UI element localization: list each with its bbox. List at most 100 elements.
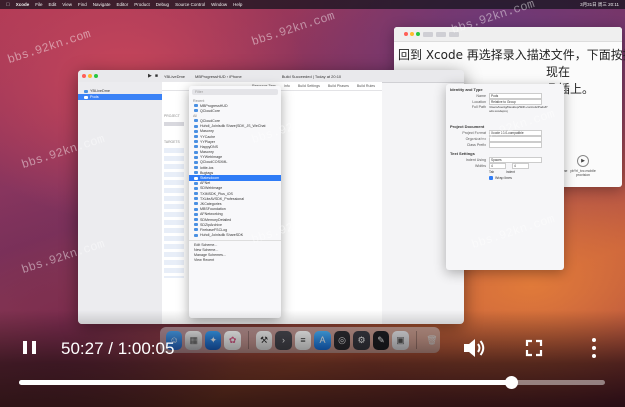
folder-icon [194,124,198,128]
folder-icon [194,135,198,139]
menu-navigate[interactable]: Navigate [93,2,111,7]
breadcrumb[interactable]: MBProgressHUD › iPhone [195,74,242,79]
folder-icon [84,89,88,93]
fullscreen-button[interactable] [525,339,543,357]
menu-source-control[interactable]: Source Control [175,2,205,7]
menu-file[interactable]: File [35,2,42,7]
tab-width-field[interactable]: 4 [489,163,506,169]
project-row[interactable] [164,122,184,126]
more-options-button[interactable] [590,338,598,358]
menu-debug[interactable]: Debug [156,2,169,7]
nav-item-pods[interactable]: Pods [78,94,162,100]
file-inspector: Identity and Type Name Pods Location Relat… [446,84,564,270]
view-recent-command[interactable]: View Recent [189,258,281,263]
window-controls [82,74,98,78]
folder-icon [194,202,198,206]
folder-icon [194,166,198,170]
window-controls [404,32,420,36]
folder-icon [194,197,198,201]
volume-button[interactable] [462,337,486,359]
provision-file[interactable]: ▶ ybYrl_tvc.mobile provision [570,155,596,177]
scheme-tab[interactable]: YBLiveDme [164,74,185,79]
tab-build-phases[interactable]: Build Phases [328,84,349,88]
indent-width-field[interactable]: 4 [512,163,529,169]
notes-line: 回到 Xcode 再选择录入描述文件，下面按播 [398,48,625,62]
stop-icon[interactable]: ■ [155,73,158,79]
menu-view[interactable]: View [62,2,72,7]
targets-list[interactable] [164,148,184,278]
toolbar-icon[interactable] [423,31,433,37]
pause-button[interactable] [21,339,39,357]
folder-icon [84,95,88,99]
more-icon [592,338,596,342]
toolbar-icon[interactable] [449,31,459,37]
zoom-window-icon[interactable] [94,74,98,78]
section-targets: TARGETS [164,140,180,144]
inspector-project-doc-title: Project Document [450,124,485,129]
file-icon: ▶ [577,155,589,167]
folder-icon [194,223,198,227]
minimize-window-icon[interactable] [410,32,414,36]
seek-progress [19,380,512,385]
zoom-window-icon[interactable] [416,32,420,36]
folder-icon [194,155,198,159]
folder-icon [194,192,198,196]
folder-icon [194,104,198,108]
class-prefix-field[interactable] [489,142,542,148]
apple-icon[interactable]:  [6,2,10,8]
menu-window[interactable]: Window [211,2,227,7]
folder-icon [194,186,198,190]
folder-icon [194,181,198,185]
folder-icon [194,171,198,175]
close-window-icon[interactable] [404,32,408,36]
duration: 1:00:05 [117,339,175,358]
section-project: PROJECT [164,114,180,118]
menu-app-name[interactable]: Xcode [16,2,30,7]
pause-icon [23,341,27,354]
volume-icon [464,339,485,357]
folder-icon [194,160,198,164]
folder-icon [194,150,198,154]
menu-product[interactable]: Product [134,2,150,7]
folder-icon [194,218,198,222]
folder-icon [194,228,198,232]
menu-edit[interactable]: Edit [49,2,57,7]
seek-handle[interactable] [505,376,519,389]
wrap-lines-checkbox[interactable] [489,176,493,180]
project-navigator: YBLiveDme Pods [78,82,163,324]
folder-icon [194,119,198,123]
close-window-icon[interactable] [82,74,86,78]
notes-toolbar [394,27,622,42]
menu-editor[interactable]: Editor [117,2,129,7]
folder-icon [194,109,198,113]
scheme-list: QCloudCore Huhdi_Joinlsdlk Share(SDK_JS_W… [189,118,281,237]
scheme-item[interactable]: Huhdi_Joinlsdlk ShareSDK [189,233,281,238]
seek-bar[interactable] [19,376,605,389]
time-display: 50:27 / 1:00:05 [61,339,175,358]
tab-build-rules[interactable]: Build Rules [357,84,375,88]
build-status: Build Succeeded | Today at 20:10 [281,73,342,79]
current-time: 50:27 [61,339,104,358]
menu-find[interactable]: Find [78,2,87,7]
folder-icon [194,140,198,144]
minimize-window-icon[interactable] [88,74,92,78]
macos-menubar:  Xcode File Edit View Find Navigate Edi… [0,0,625,9]
scheme-dropdown[interactable]: Filter Recent MBProgressHUD QCloudCore A… [189,86,281,318]
fullscreen-icon [525,339,543,357]
menu-help[interactable]: Help [233,2,242,7]
folder-icon [194,212,198,216]
folder-icon [194,233,198,237]
clock[interactable]: 3月31日 周三 20:11 [580,2,619,8]
inspector-identity-title: Identity and Type [450,87,483,92]
full-path: /Users/Ioenlg/Desktop/SDK-controls/Pods/… [489,105,548,113]
scheme-filter-input[interactable]: Filter [192,89,278,95]
run-icon[interactable]: ▶ [148,73,152,79]
folder-icon [194,129,198,133]
folder-icon [194,176,198,180]
folder-icon [194,145,198,149]
tab-info[interactable]: Info [284,84,290,88]
tab-build-settings[interactable]: Build Settings [298,84,320,88]
inspector-text-settings-title: Text Settings [450,151,475,156]
folder-icon [194,207,198,211]
toolbar-icon[interactable] [436,31,446,37]
